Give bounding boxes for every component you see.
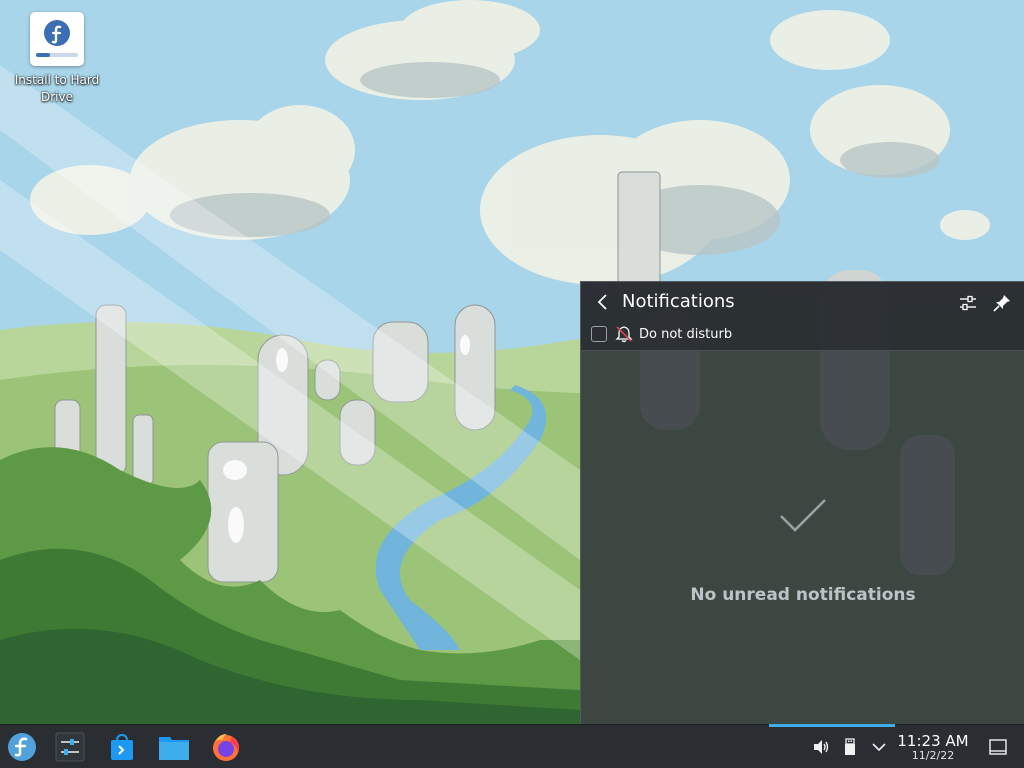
notifications-header: Notifications Do not disturb [581,282,1024,351]
show-desktop-button[interactable] [980,729,1016,765]
speaker-icon [814,740,829,754]
do-not-disturb-toggle[interactable]: Do not disturb [591,324,732,344]
sliders-icon [55,732,85,762]
configure-icon[interactable] [957,292,979,314]
clock-date: 11/2/22 [911,749,955,762]
fedora-logo-icon [8,733,36,761]
show-desktop-icon [989,739,1007,755]
folder-icon [159,737,189,760]
store-bag-icon [111,733,133,760]
notifications-panel: Notifications Do not disturb No unread n… [580,281,1024,724]
chevron-left-icon[interactable] [593,292,613,312]
firefox-icon [213,734,239,761]
dolphin-launcher[interactable] [156,729,192,765]
desktop-icon-label: Install to Hard Drive [14,73,100,104]
digital-clock[interactable]: 11:23 AM 11/2/22 [897,733,969,763]
show-hidden-icons-button[interactable] [861,729,897,765]
firefox-launcher[interactable] [208,729,244,765]
fedora-installer-icon [30,12,84,66]
clock-time: 11:23 AM [897,732,969,750]
empty-notifications-message: No unread notifications [690,585,916,605]
application-launcher-button[interactable] [4,729,40,765]
do-not-disturb-label: Do not disturb [639,326,733,342]
chevron-down-icon [872,743,886,752]
do-not-disturb-checkbox[interactable] [591,326,607,342]
system-settings-launcher[interactable] [52,729,88,765]
desktop-icon-install-to-hard-drive[interactable]: Install to Hard Drive [8,12,106,106]
discover-launcher[interactable] [104,729,140,765]
active-applet-indicator [769,724,895,727]
bell-off-icon [615,326,633,343]
taskbar: 11:23 AM 11/2/22 [0,724,1024,768]
usb-drive-icon [845,738,855,755]
pin-icon[interactable] [991,292,1013,314]
notifications-title: Notifications [622,291,735,312]
checkmark-icon [780,499,826,532]
